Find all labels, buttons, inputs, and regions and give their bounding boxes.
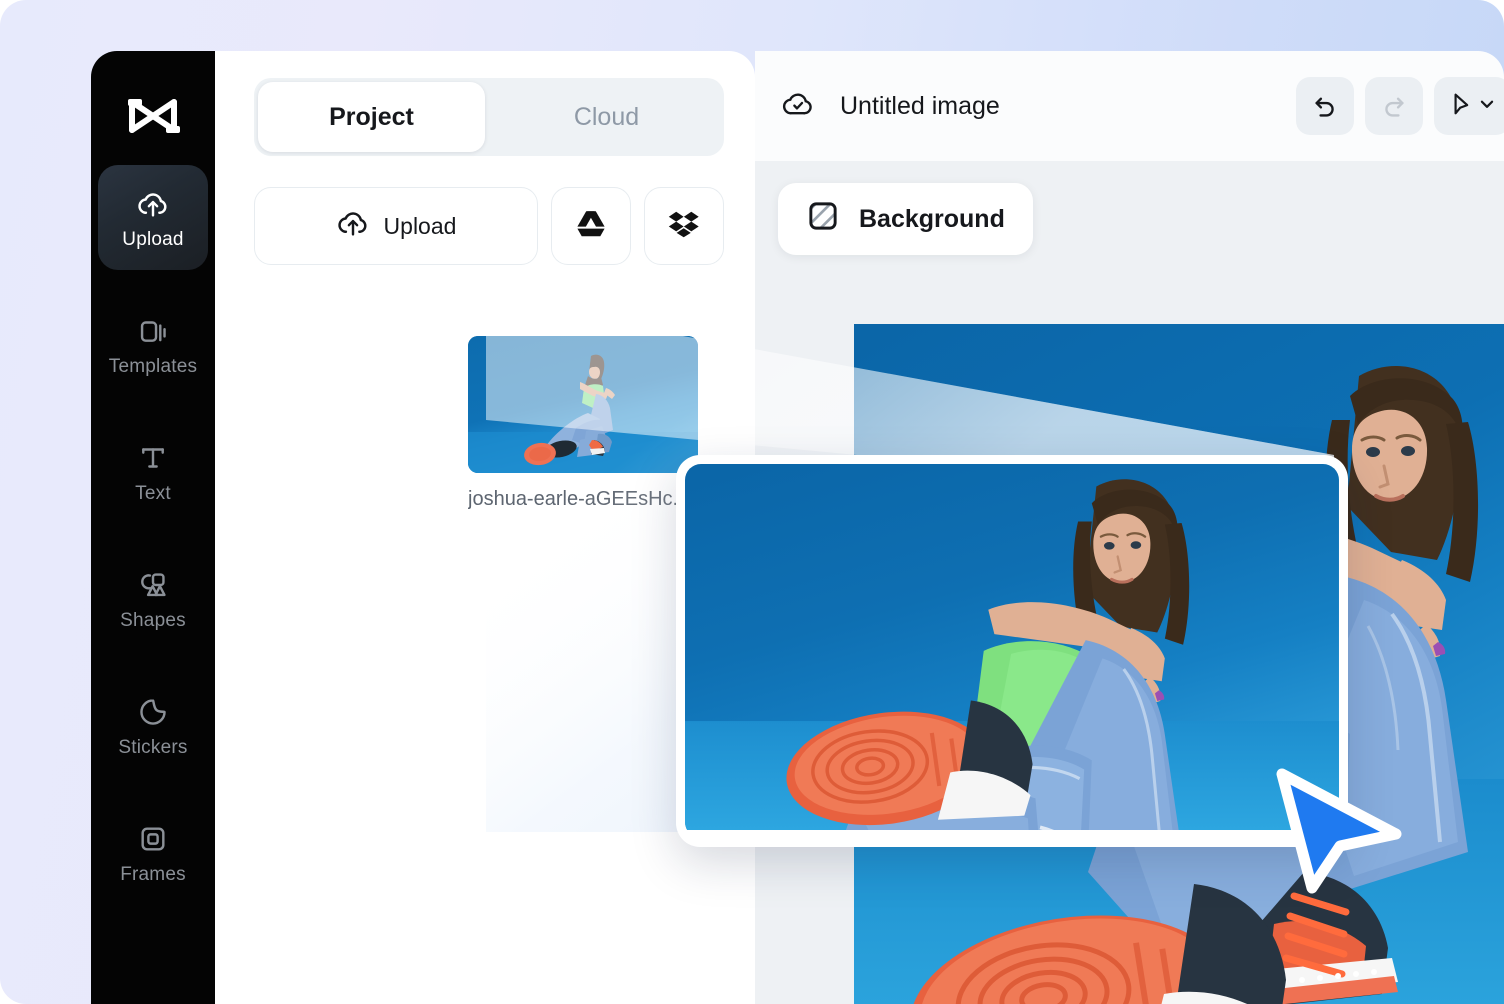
asset-name: joshua-earle-aGEEsHc...: [468, 488, 690, 510]
upload-button-label: Upload: [383, 212, 457, 239]
app-root: Upload Templates Text Shapes Stickers Fr…: [0, 0, 1504, 1004]
cursor-arrow-icon: [1448, 91, 1474, 122]
asset-item[interactable]: joshua-earle-aGEEsHc...: [468, 336, 698, 511]
background-button-label: Background: [859, 204, 1005, 233]
sidebar-item-label: Text: [135, 482, 171, 504]
redo-button[interactable]: [1365, 77, 1423, 135]
google-drive-button[interactable]: [551, 187, 631, 265]
sidebar-item-text[interactable]: Text: [98, 419, 208, 524]
asset-thumbnail[interactable]: [468, 336, 698, 473]
left-navigation-rail: Upload Templates Text Shapes Stickers Fr…: [91, 51, 215, 1004]
editor-toolbar: [1296, 51, 1504, 161]
tab-cloud[interactable]: Cloud: [493, 82, 720, 152]
blue-pointer-cursor: [1276, 768, 1402, 894]
upload-button[interactable]: Upload: [254, 187, 538, 265]
sidebar-item-stickers[interactable]: Stickers: [98, 673, 208, 778]
editor-topbar: Untitled image: [755, 51, 1504, 161]
cloud-upload-icon: [136, 187, 170, 221]
sidebar-item-upload[interactable]: Upload: [98, 165, 208, 270]
woman-in-jeans-photo-thumb: [468, 336, 698, 473]
sidebar-item-label: Upload: [122, 228, 184, 250]
undo-button[interactable]: [1296, 77, 1354, 135]
sidebar-item-templates[interactable]: Templates: [98, 292, 208, 397]
text-t-icon: [136, 441, 170, 475]
cloud-upload-icon: [336, 206, 370, 246]
frames-icon: [136, 822, 170, 856]
rail-item-list: Upload Templates Text Shapes Stickers Fr…: [91, 165, 215, 927]
dropbox-button[interactable]: [644, 187, 724, 265]
chevron-down-icon: [1478, 95, 1496, 118]
tab-project[interactable]: Project: [258, 82, 485, 152]
dropbox-icon: [668, 210, 700, 243]
sidebar-item-frames[interactable]: Frames: [98, 800, 208, 905]
upload-panel: Project Cloud Upload joshua-earle-aGEEsH…: [215, 51, 755, 1004]
upload-actions-row: Upload: [254, 187, 724, 265]
sidebar-item-shapes[interactable]: Shapes: [98, 546, 208, 651]
page-title: Untitled image: [840, 91, 1000, 120]
shapes-icon: [136, 568, 170, 602]
undo-arrow-icon: [1311, 90, 1339, 123]
sticker-icon: [136, 695, 170, 729]
preview-image: [685, 464, 1339, 838]
background-button[interactable]: Background: [778, 183, 1033, 255]
sidebar-item-label: Frames: [120, 863, 186, 885]
capcut-logo-icon[interactable]: [91, 81, 215, 151]
image-preview-card[interactable]: [676, 455, 1348, 847]
sidebar-item-label: Templates: [108, 355, 198, 377]
sidebar-item-label: Stickers: [118, 736, 188, 758]
sidebar-item-label: Shapes: [120, 609, 186, 631]
cloud-saved-icon: [780, 89, 818, 124]
panel-tabs: Project Cloud: [254, 78, 724, 156]
document-info: Untitled image: [780, 51, 1000, 161]
google-drive-icon: [575, 209, 607, 244]
select-tool-button[interactable]: [1434, 77, 1504, 135]
woman-in-jeans-photo-preview: [685, 464, 1339, 831]
checker-square-icon: [806, 199, 840, 240]
templates-icon: [136, 314, 170, 348]
redo-arrow-icon: [1380, 90, 1408, 123]
